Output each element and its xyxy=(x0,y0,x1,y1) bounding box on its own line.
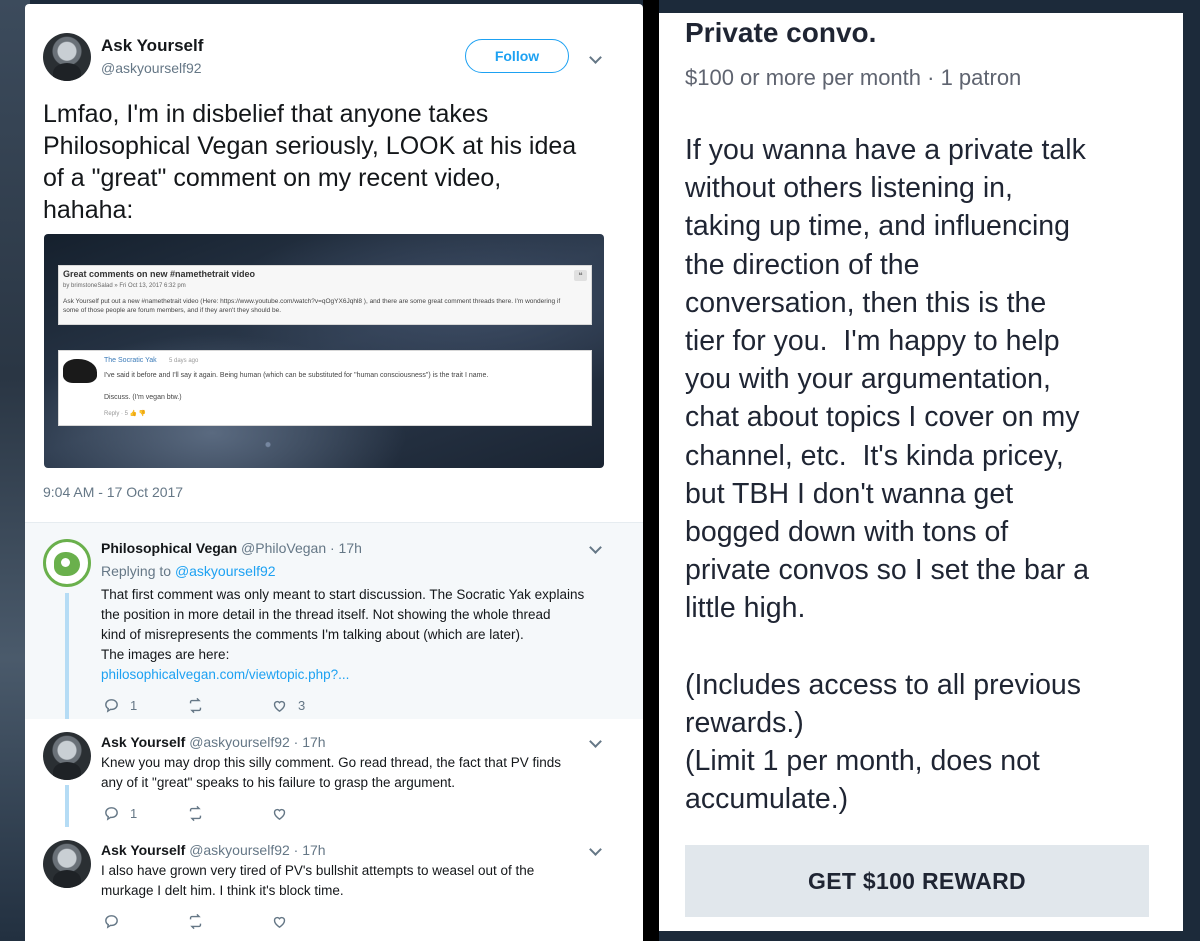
quote-icon: ❝ xyxy=(574,270,587,281)
tweet-media-image[interactable]: Great comments on new #namethetrait vide… xyxy=(44,234,604,468)
reply-count: 1 xyxy=(130,698,138,713)
author-handle[interactable]: @PhiloVegan · 17h xyxy=(241,540,362,556)
reply-line: I also have grown very tired of PV's bul… xyxy=(101,863,535,878)
reply-button[interactable] xyxy=(103,913,187,930)
tweet-actions: 1 3 xyxy=(103,697,355,714)
background-divider xyxy=(643,0,659,941)
avatar[interactable] xyxy=(43,539,91,587)
heart-icon xyxy=(273,808,286,821)
chevron-down-icon[interactable] xyxy=(589,51,602,64)
reply-icon xyxy=(105,807,118,821)
avatar[interactable] xyxy=(43,33,91,81)
like-button[interactable]: 3 xyxy=(271,697,355,714)
reply-link[interactable]: philosophicalvegan.com/viewtopic.php?... xyxy=(101,665,601,685)
like-button[interactable] xyxy=(271,913,355,930)
author-name[interactable]: Philosophical Vegan xyxy=(101,540,237,556)
tweet-actions: 1 xyxy=(103,805,355,822)
reply-header: Ask Yourself @askyourself92 · 17h xyxy=(101,734,326,750)
like-button[interactable] xyxy=(271,805,355,822)
reply-line: The images are here: xyxy=(101,647,230,662)
reply-text: I also have grown very tired of PV's bul… xyxy=(101,861,601,901)
retweet-button[interactable] xyxy=(187,805,271,822)
tweet-text: Lmfao, I'm in disbelief that anyone take… xyxy=(43,100,577,224)
tier-price-meta: $100 or more per month · 1 patron xyxy=(685,65,1022,90)
reply-line: any of it "great" speaks to his failure … xyxy=(101,775,456,790)
tweet-timestamp[interactable]: 9:04 AM - 17 Oct 2017 xyxy=(43,484,183,500)
reply-button[interactable]: 1 xyxy=(103,805,187,822)
replying-prefix: Replying to xyxy=(101,563,172,579)
forum-post-title: Great comments on new #namethetrait vide… xyxy=(63,269,256,279)
retweet-button[interactable] xyxy=(187,913,271,930)
get-reward-button[interactable]: GET $100 REWARD xyxy=(685,845,1149,917)
thread-line xyxy=(65,785,69,827)
tweet-panel: Ask Yourself @askyourself92 Follow Lmfao… xyxy=(25,4,643,941)
follow-button[interactable]: Follow xyxy=(465,39,569,73)
comment-body: I've said it before and I'll say it agai… xyxy=(104,372,489,379)
reply-button[interactable]: 1 xyxy=(103,697,187,714)
reply-line: kind of misrepresents the comments I'm t… xyxy=(101,627,524,642)
comment-author: The Socratic Yak xyxy=(104,357,157,364)
yak-avatar-icon xyxy=(63,359,97,383)
patreon-tier-card: Private convo. $100 or more per month · … xyxy=(659,13,1183,931)
heart-icon xyxy=(273,916,286,929)
chevron-down-icon[interactable] xyxy=(589,541,602,554)
forum-post-body: Ask Yourself put out a new #namethetrait… xyxy=(63,298,561,314)
chevron-down-icon[interactable] xyxy=(589,843,602,856)
reply-tweet[interactable]: Ask Yourself @askyourself92 · 17h I also… xyxy=(25,827,643,941)
reply-line: the position in more detail in the threa… xyxy=(101,607,551,622)
comment-time: 5 days ago xyxy=(169,358,199,364)
avatar[interactable] xyxy=(43,840,91,888)
forum-post-meta: by brimstoneSalad » Fri Oct 13, 2017 6:3… xyxy=(63,283,186,289)
author-name[interactable]: Ask Yourself xyxy=(101,36,203,56)
reply-line: That first comment was only meant to sta… xyxy=(101,587,585,602)
replying-to: Replying to @askyourself92 xyxy=(101,563,276,579)
reply-line: murkage I delt him. I think it's block t… xyxy=(101,883,344,898)
replying-to-link[interactable]: @askyourself92 xyxy=(175,563,276,579)
author-handle[interactable]: @askyourself92 xyxy=(101,60,202,76)
reply-text: Knew you may drop this silly comment. Go… xyxy=(101,753,601,793)
comment-discuss: Discuss. (I'm vegan btw.) xyxy=(104,394,182,401)
tweet-actions xyxy=(103,913,355,930)
thread-line xyxy=(65,593,69,719)
retweet-icon xyxy=(189,913,202,930)
author-handle[interactable]: @askyourself92 · 17h xyxy=(189,734,325,750)
author-name[interactable]: Ask Yourself xyxy=(101,734,185,750)
avatar[interactable] xyxy=(43,732,91,780)
reply-line: Knew you may drop this silly comment. Go… xyxy=(101,755,561,770)
retweet-icon xyxy=(189,697,202,714)
author-handle[interactable]: @askyourself92 · 17h xyxy=(189,842,325,858)
like-count: 3 xyxy=(298,698,306,713)
chevron-down-icon[interactable] xyxy=(589,735,602,748)
reply-tweet[interactable]: Philosophical Vegan @PhiloVegan · 17h Re… xyxy=(25,523,643,719)
comment-actions: Reply · 5 👍 👎 xyxy=(104,411,147,417)
reply-header: Ask Yourself @askyourself92 · 17h xyxy=(101,842,326,858)
reply-icon xyxy=(105,699,118,713)
tier-description: If you wanna have a private talk without… xyxy=(685,134,1089,816)
reply-icon xyxy=(105,915,118,929)
forum-post: Great comments on new #namethetrait vide… xyxy=(58,265,592,325)
retweet-button[interactable] xyxy=(187,697,271,714)
tier-title: Private convo. xyxy=(685,17,877,48)
reply-tweet[interactable]: Ask Yourself @askyourself92 · 17h Knew y… xyxy=(25,719,643,827)
reply-header: Philosophical Vegan @PhiloVegan · 17h xyxy=(101,540,362,556)
heart-icon xyxy=(273,700,286,713)
retweet-icon xyxy=(189,805,202,822)
reply-count: 1 xyxy=(130,806,138,821)
author-name[interactable]: Ask Yourself xyxy=(101,842,185,858)
youtube-comment: The Socratic Yak 5 days ago I've said it… xyxy=(58,350,592,426)
reply-text: That first comment was only meant to sta… xyxy=(101,585,601,685)
